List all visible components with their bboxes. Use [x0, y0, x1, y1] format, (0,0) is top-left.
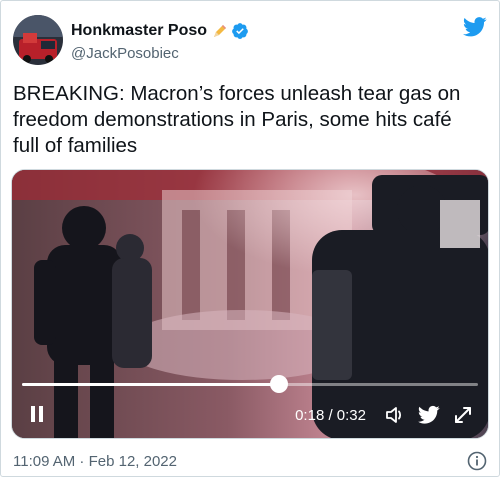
author-handle[interactable]: @JackPosobiec	[71, 45, 249, 62]
pause-button[interactable]	[30, 406, 44, 422]
progress-fill	[22, 383, 279, 386]
tweet-timestamp[interactable]: 11:09 AM · Feb 12, 2022	[13, 453, 177, 470]
author-names: Honkmaster Poso @JackPosobiec	[71, 21, 249, 62]
pause-icon	[31, 406, 43, 422]
volume-button[interactable]	[384, 404, 406, 426]
twitter-bird-icon[interactable]	[462, 17, 487, 37]
tweet-header: Honkmaster Poso @JackPosobiec	[13, 15, 489, 67]
pencil-crayon-icon	[212, 23, 228, 39]
display-name-row: Honkmaster Poso	[71, 21, 249, 41]
video-frame	[12, 170, 488, 438]
info-icon[interactable]	[467, 451, 487, 471]
twitter-watch-button[interactable]	[417, 404, 440, 426]
video-time: 0:18 / 0:32	[295, 407, 366, 424]
volume-icon	[386, 407, 402, 423]
twitter-bird-icon	[417, 405, 440, 424]
progress-bar[interactable]	[22, 375, 478, 393]
avatar[interactable]	[13, 15, 63, 65]
tweet-text: BREAKING: Macron’s forces unleash tear g…	[13, 82, 461, 157]
fullscreen-button[interactable]	[452, 404, 474, 426]
progress-thumb[interactable]	[269, 375, 288, 393]
fullscreen-icon	[455, 407, 471, 423]
display-name[interactable]: Honkmaster Poso	[71, 22, 207, 40]
tweet-card[interactable]: Honkmaster Poso @JackPosobiec BREAKING: …	[0, 0, 500, 477]
verified-badge-icon	[231, 22, 249, 40]
video-player[interactable]: 0:18 / 0:32	[11, 169, 489, 439]
